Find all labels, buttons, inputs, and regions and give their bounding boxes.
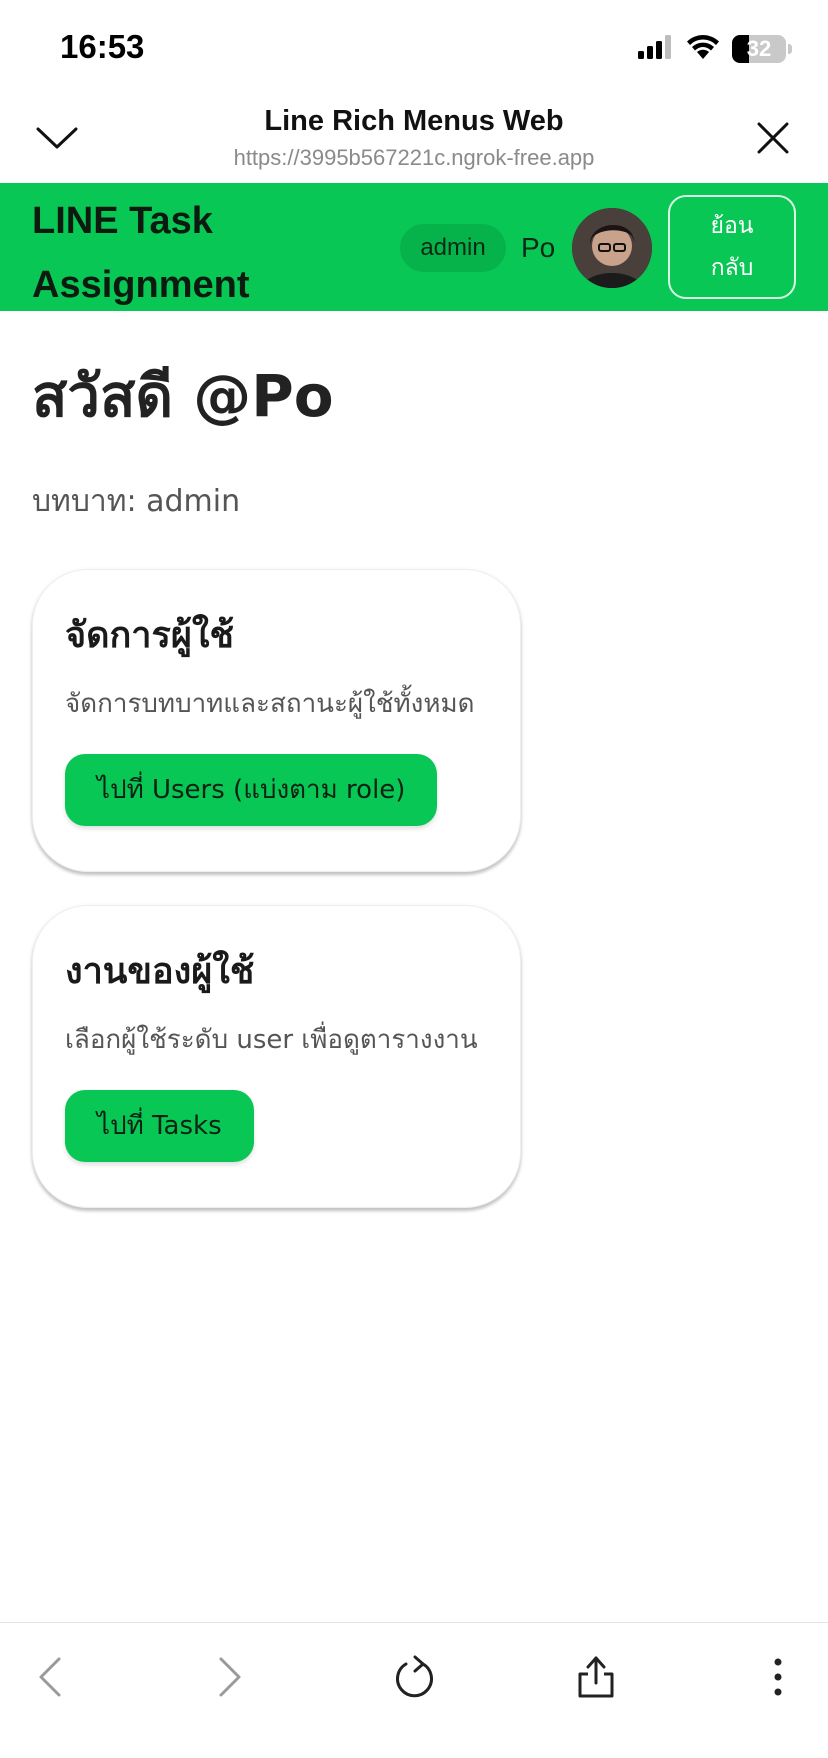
signal-icon — [638, 35, 674, 63]
app-title: LINE Task Assignment — [32, 200, 250, 306]
card-description: เลือกผู้ใช้ระดับ user เพื่อดูตารางงาน — [65, 1025, 478, 1055]
battery-nub — [788, 44, 792, 54]
forward-icon — [217, 1656, 243, 1702]
back-icon — [37, 1656, 63, 1702]
close-icon — [756, 121, 790, 159]
reload-button[interactable] — [384, 1649, 444, 1709]
back-button[interactable]: ย้อนกลับ — [668, 195, 796, 299]
reload-icon — [393, 1655, 435, 1703]
user-name: Po — [521, 232, 556, 263]
more-icon — [773, 1657, 783, 1701]
go-to-tasks-button[interactable]: ไปที่ Tasks — [65, 1090, 254, 1162]
role-badge: admin — [400, 224, 506, 272]
greeting-heading: สวัสดี @Po — [32, 362, 334, 430]
card-description: จัดการบทบาทและสถานะผู้ใช้ทั้งหมด — [65, 689, 475, 719]
forward-nav-button[interactable] — [200, 1649, 260, 1709]
manage-users-card: จัดการผู้ใช้ จัดการบทบาทและสถานะผู้ใช้ทั… — [32, 569, 521, 872]
role-line: บทบาท: admin — [32, 484, 241, 519]
status-time: 16:53 — [60, 28, 145, 65]
browser-url: https://3995b567221c.ngrok-free.app — [233, 145, 595, 170]
browser-header: Line Rich Menus Web https://3995b567221c… — [0, 95, 828, 183]
status-bar: 16:53 32 — [0, 0, 828, 95]
card-title: จัดการผู้ใช้ — [65, 615, 234, 656]
close-button[interactable] — [748, 115, 798, 165]
share-button[interactable] — [566, 1649, 626, 1709]
battery-icon: 32 — [732, 35, 786, 63]
avatar — [572, 208, 652, 288]
wifi-icon — [686, 34, 720, 64]
status-icons: 32 — [638, 34, 792, 64]
app-bar: LINE Task Assignment admin Po ย้อนกลับ — [0, 183, 828, 311]
back-nav-button[interactable] — [20, 1649, 80, 1709]
share-icon — [576, 1655, 616, 1703]
go-to-users-button[interactable]: ไปที่ Users (แบ่งตาม role) — [65, 754, 438, 826]
user-tasks-card: งานของผู้ใช้ เลือกผู้ใช้ระดับ user เพื่อ… — [32, 905, 521, 1208]
browser-title: Line Rich Menus Web — [264, 105, 564, 137]
card-title: งานของผู้ใช้ — [65, 951, 255, 992]
browser-toolbar — [0, 1622, 828, 1758]
more-button[interactable] — [748, 1649, 808, 1709]
battery-level: 32 — [746, 36, 772, 61]
